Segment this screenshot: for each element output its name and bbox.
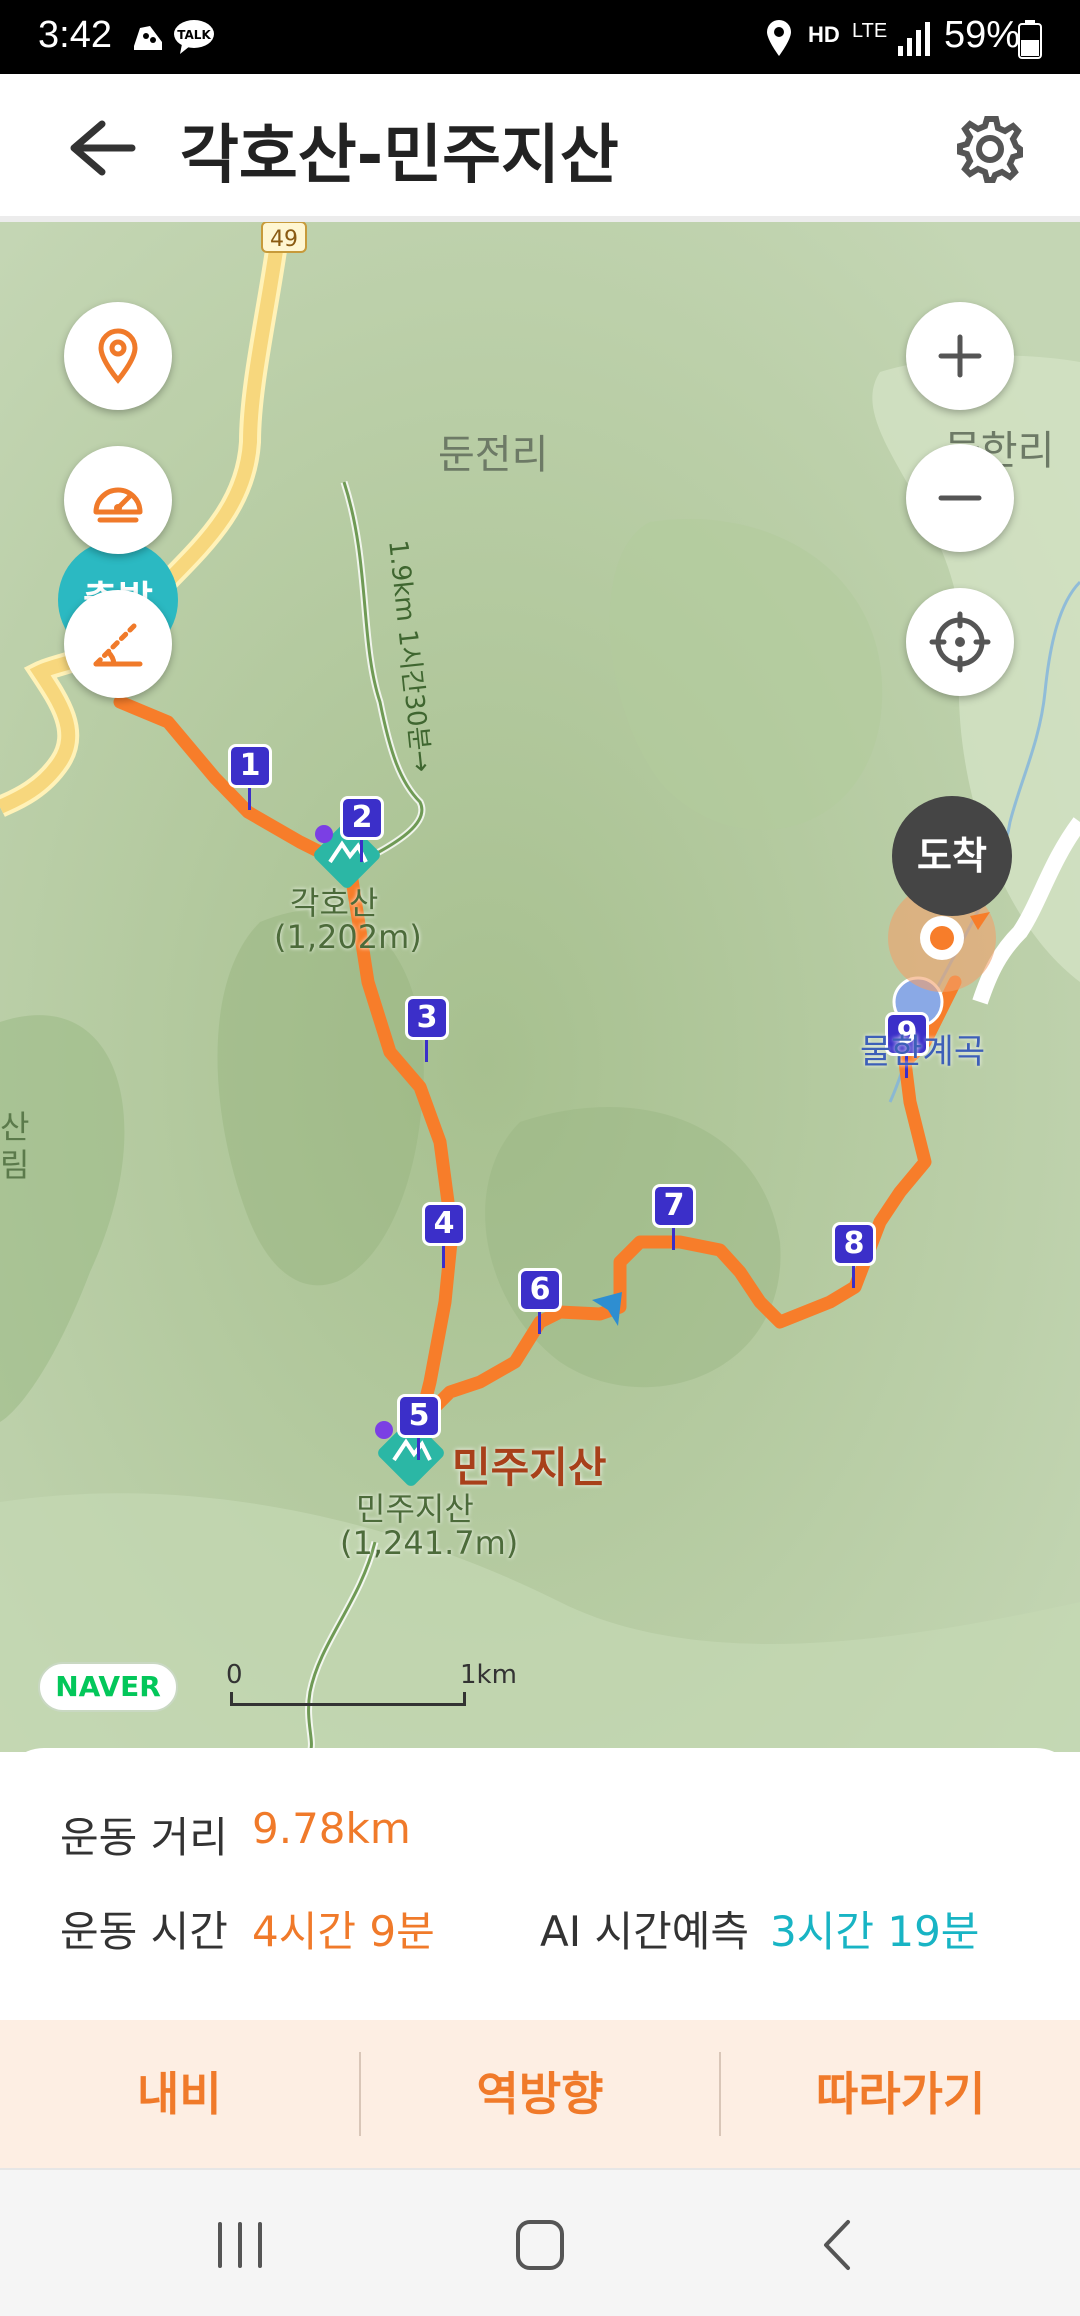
kakaotalk-icon: TALK	[174, 20, 214, 54]
speedometer-icon	[93, 487, 143, 523]
route-number: 49	[270, 227, 298, 252]
navigate-button[interactable]: 내비	[0, 2020, 359, 2168]
svg-text:TALK: TALK	[177, 28, 211, 42]
app-bar: 각호산-민주지산	[0, 74, 1080, 222]
zoom-out-button[interactable]	[906, 444, 1014, 552]
zoom-in-button[interactable]	[906, 302, 1014, 410]
gear-icon[interactable]	[955, 114, 1025, 184]
current-location-button[interactable]	[906, 588, 1014, 696]
action-bar: 내비 역방향 따라가기	[0, 2020, 1080, 2168]
location-pin-icon	[98, 328, 138, 384]
naver-logo: NAVER	[38, 1662, 178, 1712]
scale-distance: 1km	[460, 1660, 517, 1690]
waypoint-label: 4	[422, 1202, 466, 1246]
waypoint-8[interactable]: 8	[832, 1222, 876, 1288]
waypoint-6[interactable]: 6	[518, 1268, 562, 1334]
battery-icon	[1018, 20, 1042, 59]
waypoint-5[interactable]: 5	[397, 1394, 441, 1460]
waypoint-3[interactable]: 3	[405, 996, 449, 1062]
place-label-left-2: 림	[0, 1146, 30, 1184]
system-nav-bar	[0, 2168, 1080, 2316]
waypoint-1[interactable]: 1	[228, 744, 272, 810]
duration-label: 운동 시간	[60, 1907, 228, 1956]
waypoint-4[interactable]: 4	[422, 1202, 466, 1268]
distance-label: 운동 거리	[60, 1813, 228, 1862]
peak-label-minjujisan-highlight: 민주지산	[452, 1443, 607, 1492]
place-label-mulhangyegok: 물한계곡	[860, 1032, 986, 1072]
scale-zero: 0	[226, 1660, 243, 1690]
lte-icon: LTE	[852, 20, 888, 42]
signal-icon	[898, 22, 930, 56]
duration-value: 4시간 9분	[252, 1907, 435, 1956]
shoe-icon	[134, 26, 162, 50]
waypoint-2[interactable]: 2	[340, 796, 384, 862]
place-label-dunjeonri: 둔전리	[438, 432, 549, 478]
back-nav-icon[interactable]	[800, 2210, 880, 2280]
page-title: 각호산-민주지산	[180, 119, 619, 193]
slope-button[interactable]	[64, 590, 172, 698]
route-info-sheet: 운동 거리 9.78km 운동 시간 4시간 9분 AI 시간예측 3시간 19…	[0, 1748, 1080, 2020]
status-bar: 3:42 TALK HD LTE 59%	[0, 0, 1080, 74]
waypoint-7[interactable]: 7	[652, 1184, 696, 1250]
location-pin-button[interactable]	[64, 302, 172, 410]
map-view[interactable]: 49 1 2 3 4 5 6 7 8 9 둔전리 물한리 산 림 1.9km 1…	[0, 222, 1080, 1752]
peak-elevation-gakhosan: (1,202m)	[274, 918, 422, 956]
status-time: 3:42	[38, 14, 112, 56]
waypoint-label: 6	[518, 1268, 562, 1312]
zoom-in-icon	[938, 334, 982, 378]
waypoint-label: 8	[832, 1222, 876, 1266]
home-icon[interactable]	[500, 2210, 580, 2280]
waypoint-label: 2	[340, 796, 384, 840]
waypoint-label: 3	[405, 996, 449, 1040]
ai-estimate-label: AI 시간예측	[540, 1907, 750, 1956]
waypoint-label: 5	[397, 1394, 441, 1438]
arrow-left-icon[interactable]	[62, 116, 142, 180]
waypoint-label: 1	[228, 744, 272, 788]
scale-bar	[230, 1692, 466, 1706]
zoom-out-icon	[938, 495, 982, 501]
ai-estimate-value: 3시간 19분	[770, 1907, 980, 1956]
end-badge[interactable]: 도착	[892, 796, 1012, 916]
waypoint-label: 7	[652, 1184, 696, 1228]
reverse-button[interactable]: 역방향	[361, 2020, 720, 2168]
speedometer-button[interactable]	[64, 446, 172, 554]
crosshair-icon	[929, 611, 991, 673]
slope-icon	[93, 623, 143, 667]
hd-voice-icon: HD	[808, 22, 840, 47]
peak-elevation-minjujisan: (1,241.7m)	[340, 1524, 519, 1562]
follow-button[interactable]: 따라가기	[721, 2020, 1080, 2168]
location-icon	[767, 20, 791, 56]
recent-apps-icon[interactable]	[200, 2210, 280, 2280]
distance-value: 9.78km	[252, 1804, 411, 1853]
battery-percent: 59%	[944, 14, 1021, 56]
